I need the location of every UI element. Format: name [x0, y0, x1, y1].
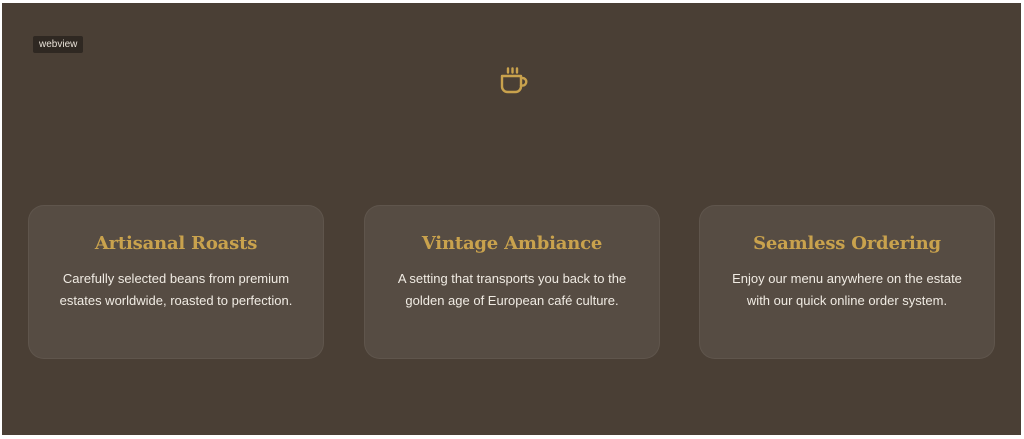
feature-card-title: Artisanal Roasts — [94, 233, 258, 254]
webview-tag: webview — [33, 36, 84, 53]
feature-cards: Artisanal Roasts Carefully selected bean… — [28, 205, 996, 361]
feature-card-description: Enjoy our menu anywhere on the estate wi… — [732, 271, 962, 308]
feature-card-seamless-ordering: Seamless Ordering Enjoy our menu anywher… — [699, 205, 995, 359]
coffee-cup-icon — [500, 67, 528, 94]
webview-frame: webview Artisanal Roasts Carefully selec… — [2, 3, 1021, 435]
feature-card-artisanal-roasts: Artisanal Roasts Carefully selected bean… — [28, 205, 324, 359]
feature-card-description: Carefully selected beans from premium es… — [59, 271, 293, 308]
feature-card-vintage-ambiance: Vintage Ambiance A setting that transpor… — [364, 205, 660, 359]
feature-card-description: A setting that transports you back to th… — [397, 271, 627, 308]
feature-card-title: Seamless Ordering — [753, 233, 941, 254]
feature-card-title: Vintage Ambiance — [421, 233, 603, 254]
